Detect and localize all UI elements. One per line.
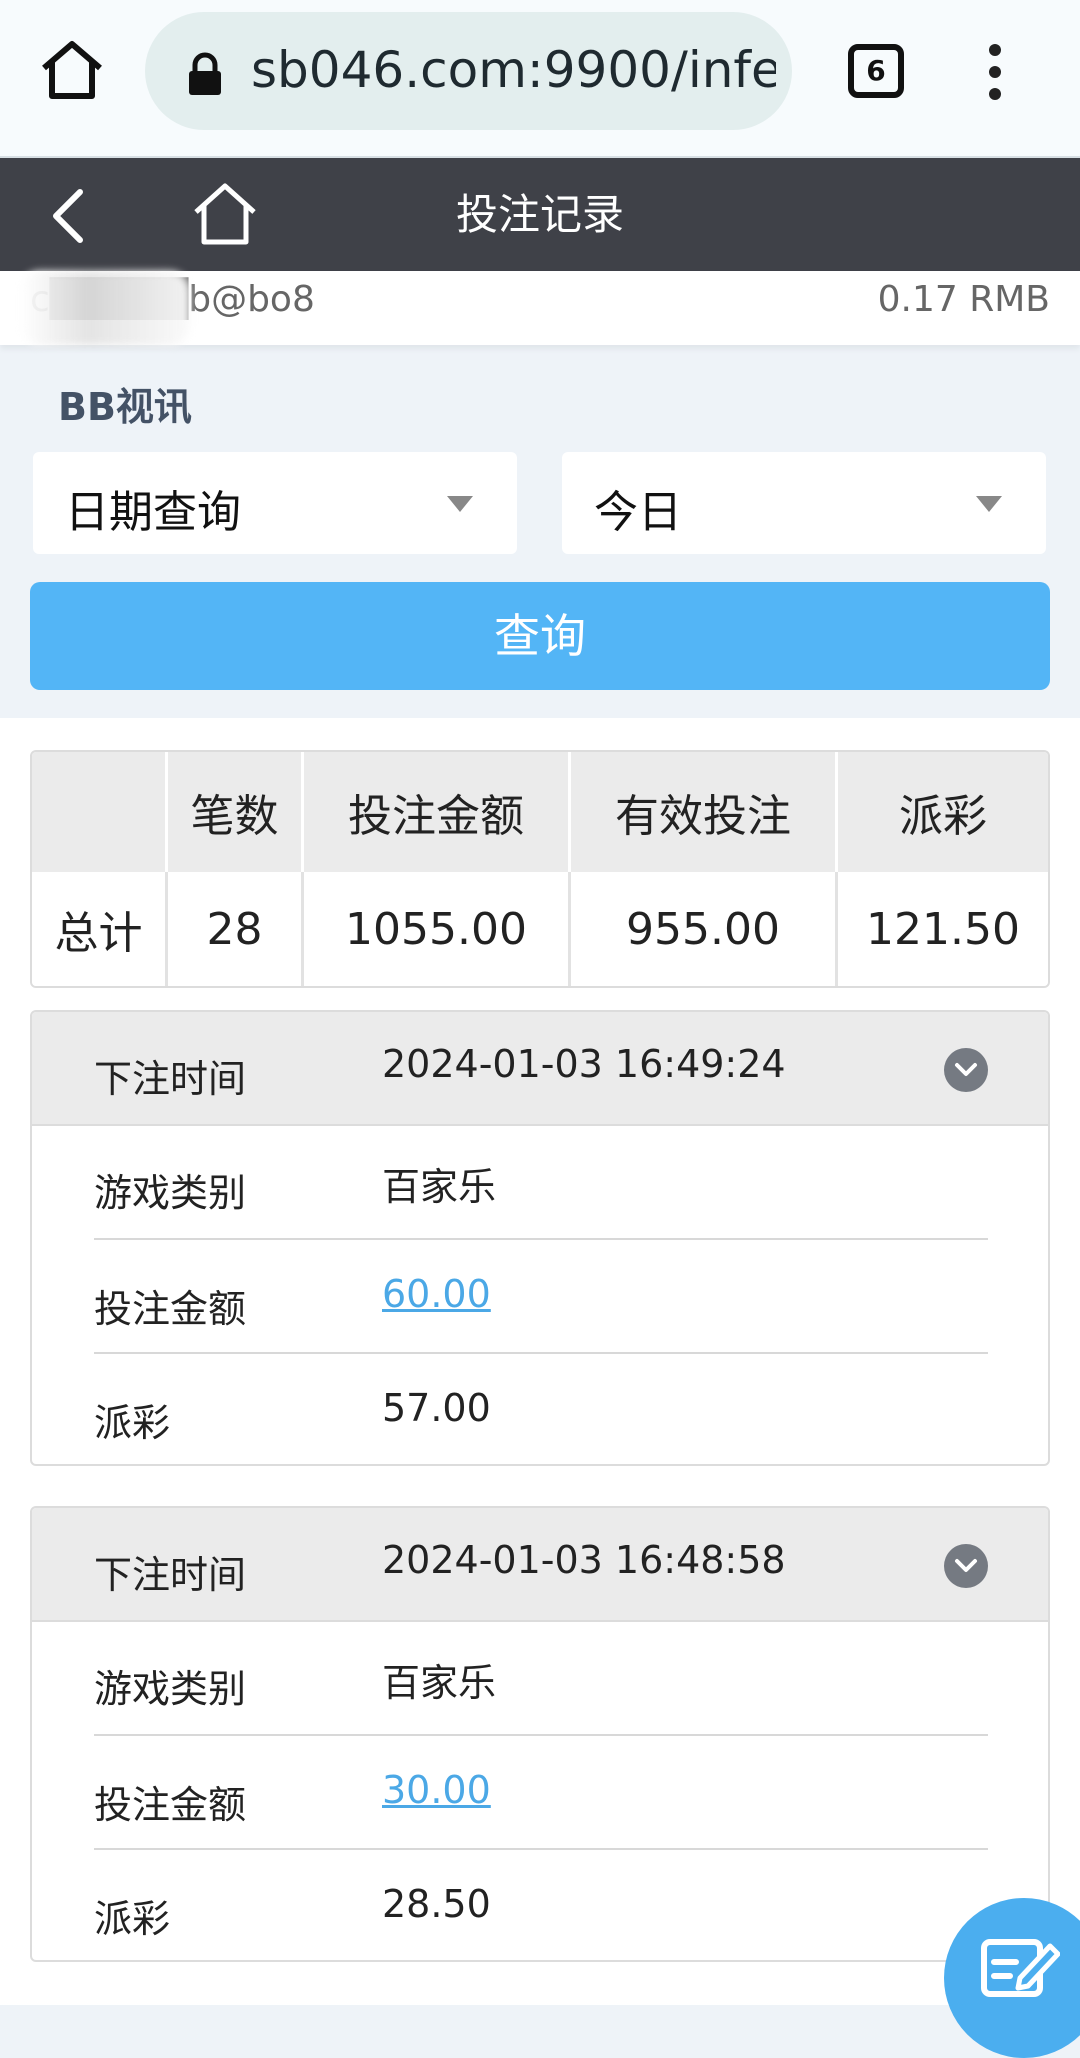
account-balance: 0.17 RMB [877,279,1050,320]
summary-header-cell [32,752,168,872]
url-text: sb046.com:9900/infe/r [251,41,776,99]
summary-row-label: 总计 [32,872,168,986]
tab-switcher-button[interactable]: 6 [848,44,904,98]
bet-amount-label: 投注金额 [94,1287,247,1331]
bet-time-label: 下注时间 [94,1553,247,1597]
game-type-row: 游戏类别 百家乐 [32,1124,1048,1238]
bet-amount-row: 投注金额 30.00 [32,1736,1048,1850]
payout-row: 派彩 57.00 [32,1354,1048,1464]
chevron-down-icon[interactable] [944,1048,988,1092]
browser-menu-icon[interactable] [982,44,1008,104]
summary-bet-amount: 1055.00 [304,872,571,986]
caret-down-icon [976,496,1002,512]
bet-amount-link[interactable]: 60.00 [382,1272,491,1316]
summary-header-cell: 派彩 [899,791,987,842]
date-range-value: 今日 [594,487,682,538]
browser-home-icon[interactable] [38,36,106,104]
bet-time-value: 2024-01-03 16:49:24 [382,1042,786,1086]
bet-record-card: 下注时间 2024-01-03 16:48:58 游戏类别 百家乐 投注金额 3… [30,1506,1050,1962]
summary-header-cell: 笔数 [168,752,304,872]
payout-label: 派彩 [94,1401,171,1445]
date-range-select[interactable]: 今日 [562,452,1046,554]
summary-count: 28 [168,872,304,986]
bet-time-label: 下注时间 [94,1057,247,1101]
game-type-label: 游戏类别 [94,1171,247,1215]
home-icon[interactable] [190,178,260,248]
lock-icon [187,52,223,96]
chevron-down-icon[interactable] [944,1544,988,1588]
bet-amount-row: 投注金额 60.00 [32,1240,1048,1354]
payout-value: 28.50 [382,1882,491,1926]
bet-record-card: 下注时间 2024-01-03 16:49:24 游戏类别 百家乐 投注金额 6… [30,1010,1050,1466]
record-header[interactable]: 下注时间 2024-01-03 16:48:58 [32,1508,1048,1622]
summary-header-cell: 投注金额 [304,752,571,872]
address-bar[interactable]: sb046.com:9900/infe/r [145,12,792,130]
game-type-value: 百家乐 [382,1661,497,1705]
summary-header-cell: 有效投注 [571,752,838,872]
section-label: BB视讯 [58,385,192,429]
summary-valid-bet: 955.00 [571,872,838,986]
payout-value: 57.00 [382,1386,491,1430]
query-type-select[interactable]: 日期查询 [33,452,517,554]
page-title: 投注记录 [455,190,624,239]
record-header[interactable]: 下注时间 2024-01-03 16:49:24 [32,1012,1048,1126]
game-type-value: 百家乐 [382,1165,497,1209]
payout-row: 派彩 28.50 [32,1850,1048,1960]
bet-amount-label: 投注金额 [94,1783,247,1827]
summary-total-row: 总计 28 1055.00 955.00 121.50 [32,872,1048,986]
game-type-label: 游戏类别 [94,1667,247,1711]
summary-payout: 121.50 [866,903,1020,955]
bet-amount-link[interactable]: 30.00 [382,1768,491,1812]
bet-time-value: 2024-01-03 16:48:58 [382,1538,786,1582]
summary-table: 笔数 投注金额 有效投注 派彩 总计 28 1055.00 955.00 121… [30,750,1050,988]
back-icon[interactable] [44,186,94,246]
game-type-row: 游戏类别 百家乐 [32,1620,1048,1734]
browser-toolbar: sb046.com:9900/infe/r 6 [0,0,1080,158]
account-strip: c█████b@bo8 0.17 RMB [0,271,1080,345]
payout-label: 派彩 [94,1897,171,1941]
caret-down-icon [447,496,473,512]
app-header: 投注记录 [0,158,1080,271]
redaction-blur [20,271,190,345]
summary-header-row: 笔数 投注金额 有效投注 派彩 [32,752,1048,872]
query-type-value: 日期查询 [65,487,241,538]
query-button[interactable]: 查询 [30,582,1050,690]
